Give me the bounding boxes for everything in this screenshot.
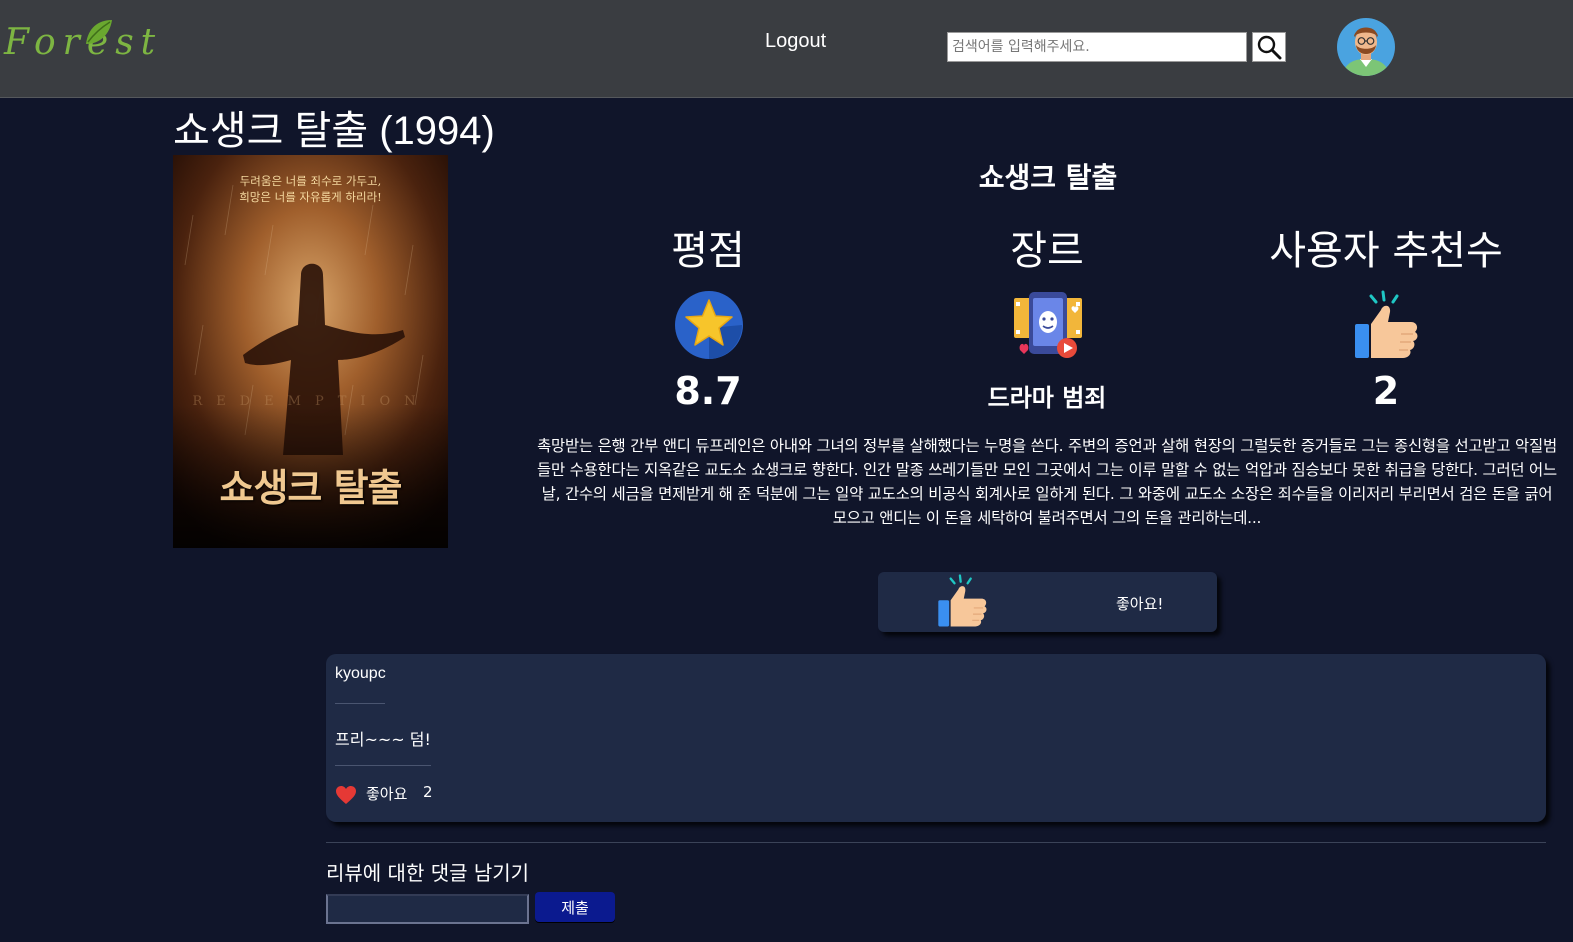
movie-title: 쇼생크 탈출 (1994) — [173, 109, 495, 153]
movie-subtitle: 쇼생크 탈출 — [978, 161, 1118, 194]
like-movie-label: 좋아요! — [1116, 595, 1164, 613]
movie-poster: REDEMPTION 두려움은 너를 죄수로 가두고, 희망은 너를 자유롭게 … — [173, 155, 448, 548]
rating-value: 8.7 — [674, 369, 742, 413]
top-nav-bar: Forest Logout — [0, 0, 1573, 98]
star-icon — [675, 291, 743, 359]
genre-icon — [1014, 292, 1082, 358]
forest-logo[interactable]: Forest — [4, 18, 155, 74]
search-icon — [1257, 35, 1282, 60]
thumbs-up-icon — [1355, 290, 1418, 358]
leaf-icon — [86, 20, 112, 44]
comment-label: 리뷰에 대한 댓글 남기기 — [326, 861, 530, 885]
heart-icon[interactable] — [335, 785, 357, 805]
poster-title: 쇼생크 탈출 — [219, 465, 402, 510]
logout-link[interactable]: Logout — [765, 30, 826, 53]
thumbs-up-icon — [938, 574, 987, 627]
review-divider — [335, 703, 385, 704]
recommend-label: 사용자 추천수 — [1269, 228, 1503, 274]
like-movie-button[interactable]: 좋아요! — [878, 572, 1217, 632]
review-like-label: 좋아요 — [366, 785, 408, 803]
review-author: kyoupc — [335, 665, 386, 682]
svg-text:REDEMPTION: REDEMPTION — [192, 394, 429, 409]
user-avatar-icon[interactable] — [1336, 17, 1396, 77]
review-body: 프리~~~ 덤! — [335, 730, 431, 749]
search-button[interactable] — [1252, 32, 1286, 62]
submit-button[interactable]: 제출 — [535, 892, 615, 922]
genre-value: 드라마 범죄 — [987, 384, 1107, 412]
poster-tagline: 두려움은 너를 죄수로 가두고, 희망은 너를 자유롭게 하리라! — [239, 174, 382, 204]
review-like-count: 2 — [423, 783, 433, 801]
genre-label: 장르 — [1010, 228, 1084, 274]
recommend-count: 2 — [1372, 369, 1400, 413]
comment-input[interactable] — [326, 894, 529, 924]
rating-label: 평점 — [671, 228, 745, 274]
section-divider — [326, 842, 1546, 843]
movie-plot: 촉망받는 은행 간부 앤디 듀프레인은 아내와 그녀의 정부를 살해했다는 누명… — [537, 437, 1557, 527]
search-input[interactable] — [947, 32, 1247, 62]
review-card: kyoupc 프리~~~ 덤! 좋아요 2 — [326, 654, 1546, 822]
review-divider — [335, 765, 431, 766]
